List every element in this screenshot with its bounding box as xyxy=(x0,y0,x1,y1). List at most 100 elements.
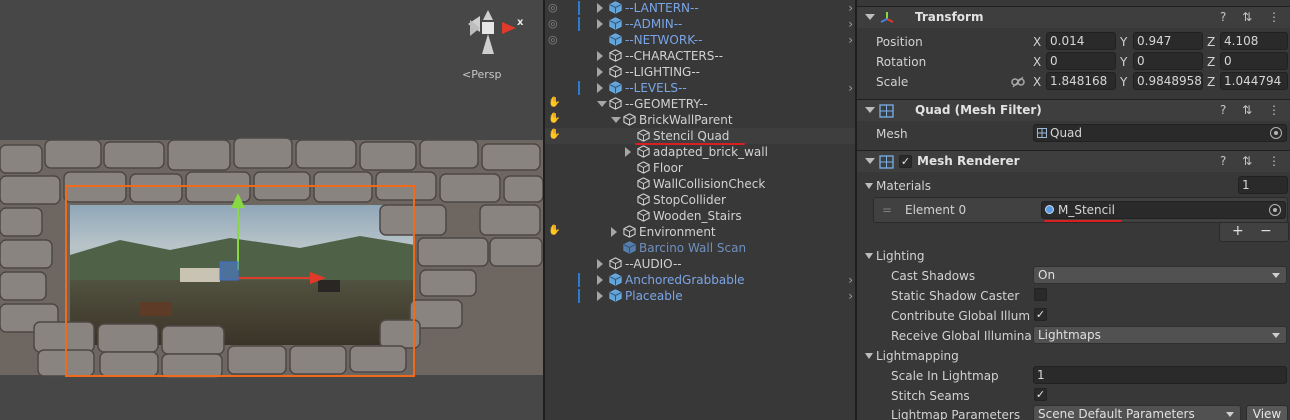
fold-icon[interactable] xyxy=(865,158,875,164)
scale-y-field[interactable]: 0.9848958 xyxy=(1133,72,1203,90)
open-prefab-arrow-icon[interactable]: › xyxy=(848,288,853,304)
collapsed-arrow-icon[interactable] xyxy=(597,291,603,301)
expanded-arrow-icon[interactable] xyxy=(597,101,607,107)
cast-shadows-dropdown[interactable]: On xyxy=(1033,266,1287,284)
hierarchy-item[interactable]: AnchoredGrabbable › xyxy=(545,272,857,288)
hierarchy-item[interactable]: Placeable › xyxy=(545,288,857,304)
contribute-gi-checkbox[interactable]: ✓ xyxy=(1034,308,1047,321)
component-tools-icon[interactable]: ? ⇅ ⋮ xyxy=(1220,154,1286,168)
collapsed-arrow-icon[interactable] xyxy=(597,3,603,13)
add-element-button[interactable]: + xyxy=(1232,223,1244,239)
mesh-object-field[interactable]: Quad xyxy=(1033,124,1287,142)
hierarchy-item[interactable]: adapted_brick_wall xyxy=(545,144,857,160)
override-indicator xyxy=(578,289,580,303)
scale-x-field[interactable]: 1.848168 xyxy=(1046,72,1116,90)
material-object-field[interactable]: M_Stencil xyxy=(1041,201,1286,219)
hierarchy-item[interactable]: ✋ Environment xyxy=(545,224,857,240)
visibility-hidden-icon[interactable]: ◎ xyxy=(548,1,562,15)
rotation-z-field[interactable]: 0 xyxy=(1220,52,1288,70)
visibility-hidden-icon[interactable]: ◎ xyxy=(548,17,562,31)
hierarchy-item[interactable]: Barcino Wall Scan xyxy=(545,240,857,256)
hierarchy-item[interactable]: ◎ --ADMIN-- › xyxy=(545,16,857,32)
scene-view[interactable]: x <Persp xyxy=(0,0,543,420)
position-y-field[interactable]: 0.947 xyxy=(1133,32,1203,50)
expanded-arrow-icon[interactable] xyxy=(611,117,621,123)
pickability-icon[interactable]: ✋ xyxy=(548,225,562,239)
fold-icon[interactable] xyxy=(865,14,875,20)
cast-shadows-label: Cast Shadows xyxy=(891,269,976,283)
visibility-hidden-icon[interactable]: ◎ xyxy=(548,33,562,47)
materials-fold-icon[interactable] xyxy=(865,183,873,189)
transform-header[interactable]: Transform ? ⇅ ⋮ xyxy=(857,6,1290,28)
hierarchy-item[interactable]: ✋ Stencil Quad xyxy=(545,128,857,145)
collapsed-arrow-icon[interactable] xyxy=(597,67,603,77)
drag-handle-icon[interactable]: = xyxy=(882,203,892,217)
mesh-filter-header[interactable]: Quad (Mesh Filter) ? ⇅ ⋮ xyxy=(857,99,1290,121)
hierarchy-item[interactable]: --LEVELS-- › xyxy=(545,80,857,96)
lightmapping-fold-icon[interactable] xyxy=(865,353,873,359)
object-picker-icon[interactable] xyxy=(1269,204,1281,216)
collapsed-arrow-icon[interactable] xyxy=(597,259,603,269)
projection-toggle[interactable]: <Persp xyxy=(462,68,501,81)
collapsed-arrow-icon[interactable] xyxy=(597,83,603,93)
materials-label[interactable]: Materials xyxy=(876,179,931,193)
collapsed-arrow-icon[interactable] xyxy=(597,51,603,61)
open-prefab-arrow-icon[interactable]: › xyxy=(848,32,853,48)
hierarchy-item[interactable]: WallCollisionCheck xyxy=(545,176,857,192)
position-x-field[interactable]: 0.014 xyxy=(1046,32,1116,50)
scale-in-lightmap-field[interactable]: 1 xyxy=(1033,366,1287,384)
object-picker-icon[interactable] xyxy=(1270,127,1282,139)
rotation-y-field[interactable]: 0 xyxy=(1133,52,1203,70)
lightmapping-label[interactable]: Lightmapping xyxy=(876,349,959,363)
hierarchy-item[interactable]: --CHARACTERS-- xyxy=(545,48,857,64)
pickability-icon[interactable]: ✋ xyxy=(548,113,562,127)
hierarchy-item-label: --GEOMETRY-- xyxy=(625,97,708,111)
position-z-field[interactable]: 4.108 xyxy=(1220,32,1288,50)
view-button[interactable]: View xyxy=(1246,405,1288,420)
hierarchy-item[interactable]: Wooden_Stairs xyxy=(545,208,857,224)
rotation-x-field[interactable]: 0 xyxy=(1046,52,1116,70)
hierarchy-item[interactable]: ◎ --NETWORK-- › xyxy=(545,32,857,48)
override-indicator xyxy=(578,17,580,31)
lighting-label[interactable]: Lighting xyxy=(876,249,925,263)
hierarchy-item-label: WallCollisionCheck xyxy=(653,177,766,191)
open-prefab-arrow-icon[interactable]: › xyxy=(848,0,853,16)
collapsed-arrow-icon[interactable] xyxy=(625,147,631,157)
hierarchy-item[interactable]: --LIGHTING-- xyxy=(545,64,857,80)
hierarchy-item-label: --ADMIN-- xyxy=(625,17,683,31)
mesh-renderer-enabled-checkbox[interactable]: ✓ xyxy=(899,155,912,168)
hierarchy-item[interactable]: ✋ BrickWallParent xyxy=(545,112,857,128)
pickability-icon[interactable]: ✋ xyxy=(548,129,562,143)
remove-element-button[interactable]: − xyxy=(1260,223,1272,239)
component-tools-icon[interactable]: ? ⇅ ⋮ xyxy=(1220,103,1286,117)
position-label: Position xyxy=(876,35,923,49)
orientation-gizmo[interactable] xyxy=(458,8,522,60)
component-tools-icon[interactable]: ? ⇅ ⋮ xyxy=(1220,10,1286,24)
hierarchy-item-label: StopCollider xyxy=(653,193,726,207)
pickability-icon[interactable]: ✋ xyxy=(548,97,562,111)
scale-z-field[interactable]: 1.044794 xyxy=(1220,72,1288,90)
hierarchy-item[interactable]: ✋ --GEOMETRY-- xyxy=(545,96,857,112)
override-indicator xyxy=(578,81,580,95)
fold-icon[interactable] xyxy=(865,107,875,113)
collapsed-arrow-icon[interactable] xyxy=(597,19,603,29)
hierarchy-item[interactable]: Floor xyxy=(545,160,857,176)
collapsed-arrow-icon[interactable] xyxy=(611,227,617,237)
lighting-fold-icon[interactable] xyxy=(865,253,873,259)
constrain-proportions-icon[interactable] xyxy=(1011,76,1025,88)
stitch-seams-checkbox[interactable]: ✓ xyxy=(1034,388,1047,401)
open-prefab-arrow-icon[interactable]: › xyxy=(848,272,853,288)
open-prefab-arrow-icon[interactable]: › xyxy=(848,80,853,96)
hierarchy-item[interactable]: --AUDIO-- xyxy=(545,256,857,272)
mesh-renderer-header[interactable]: ✓ Mesh Renderer ? ⇅ ⋮ xyxy=(857,150,1290,172)
open-prefab-arrow-icon[interactable]: › xyxy=(848,16,853,32)
hierarchy-item[interactable]: ◎ --LANTERN-- › xyxy=(545,0,857,16)
receive-gi-dropdown[interactable]: Lightmaps xyxy=(1033,326,1287,344)
collapsed-arrow-icon[interactable] xyxy=(597,275,603,285)
hierarchy-item-label: Environment xyxy=(639,225,716,239)
hierarchy-item[interactable]: StopCollider xyxy=(545,192,857,208)
materials-count-field[interactable]: 1 xyxy=(1238,176,1288,194)
lightmap-parameters-dropdown[interactable]: Scene Default Parameters xyxy=(1033,405,1241,420)
scene-render[interactable] xyxy=(0,0,543,420)
static-shadow-caster-checkbox[interactable] xyxy=(1034,288,1047,301)
